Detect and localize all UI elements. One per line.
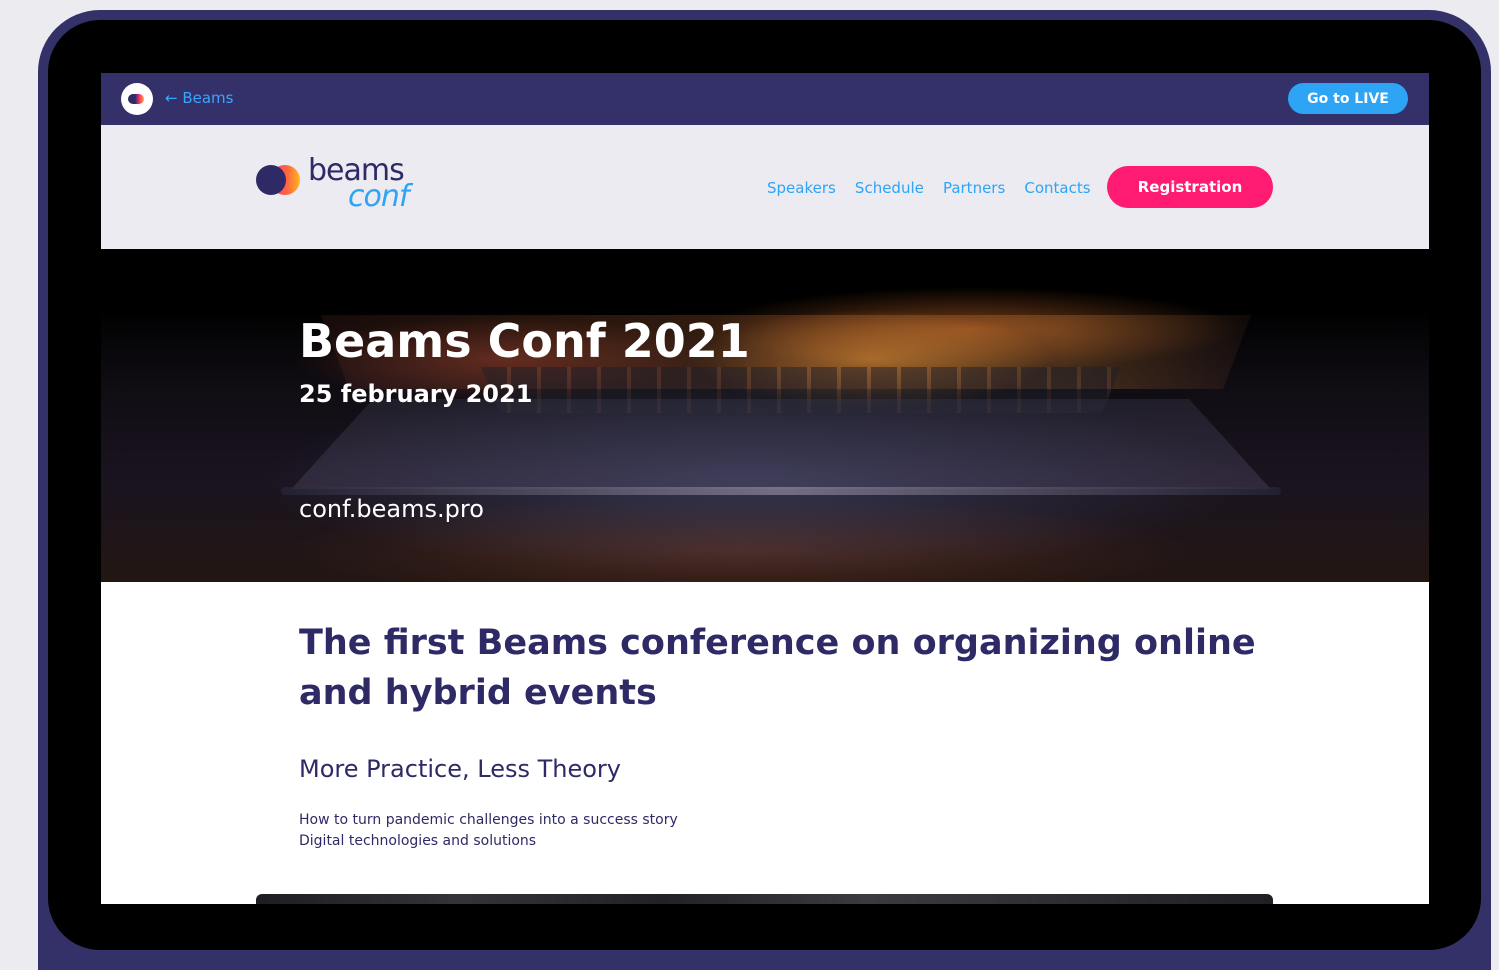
hero-date: 25 february 2021 <box>299 380 533 408</box>
logo-mark-dark-icon <box>256 165 286 195</box>
back-to-beams-link[interactable]: ← Beams <box>165 89 233 107</box>
nav-partners[interactable]: Partners <box>943 179 1005 197</box>
tablet-bezel: ← Beams Go to LIVE beams conf Speakers S… <box>48 20 1481 950</box>
registration-button[interactable]: Registration <box>1107 166 1273 208</box>
video-preview-image <box>256 894 1273 904</box>
intro-subheadline: More Practice, Less Theory <box>299 755 621 783</box>
nav-contacts[interactable]: Contacts <box>1024 179 1090 197</box>
beams-conf-logo[interactable]: beams conf <box>256 155 426 215</box>
intro-points: How to turn pandemic challenges into a s… <box>299 810 678 852</box>
site-header: beams conf Speakers Schedule Partners Co… <box>101 125 1429 249</box>
logo-word-conf: conf <box>348 179 409 214</box>
hero-banner: Beams Conf 2021 25 february 2021 conf.be… <box>101 249 1429 582</box>
main-nav: Speakers Schedule Partners Contacts <box>767 178 1105 197</box>
app-bar: ← Beams Go to LIVE <box>101 73 1429 125</box>
hero-url: conf.beams.pro <box>299 495 484 523</box>
intro-section: The first Beams conference on organizing… <box>101 582 1429 904</box>
intro-point: How to turn pandemic challenges into a s… <box>299 812 678 828</box>
beams-app-icon[interactable] <box>121 83 153 115</box>
hero-title: Beams Conf 2021 <box>299 314 750 368</box>
go-to-live-button[interactable]: Go to LIVE <box>1288 83 1408 114</box>
nav-speakers[interactable]: Speakers <box>767 179 836 197</box>
browser-screen: ← Beams Go to LIVE beams conf Speakers S… <box>101 73 1429 904</box>
intro-headline: The first Beams conference on organizing… <box>299 623 1256 713</box>
nav-schedule[interactable]: Schedule <box>855 179 924 197</box>
intro-point: Digital technologies and solutions <box>299 833 537 849</box>
laptop-image-base <box>291 399 1271 489</box>
